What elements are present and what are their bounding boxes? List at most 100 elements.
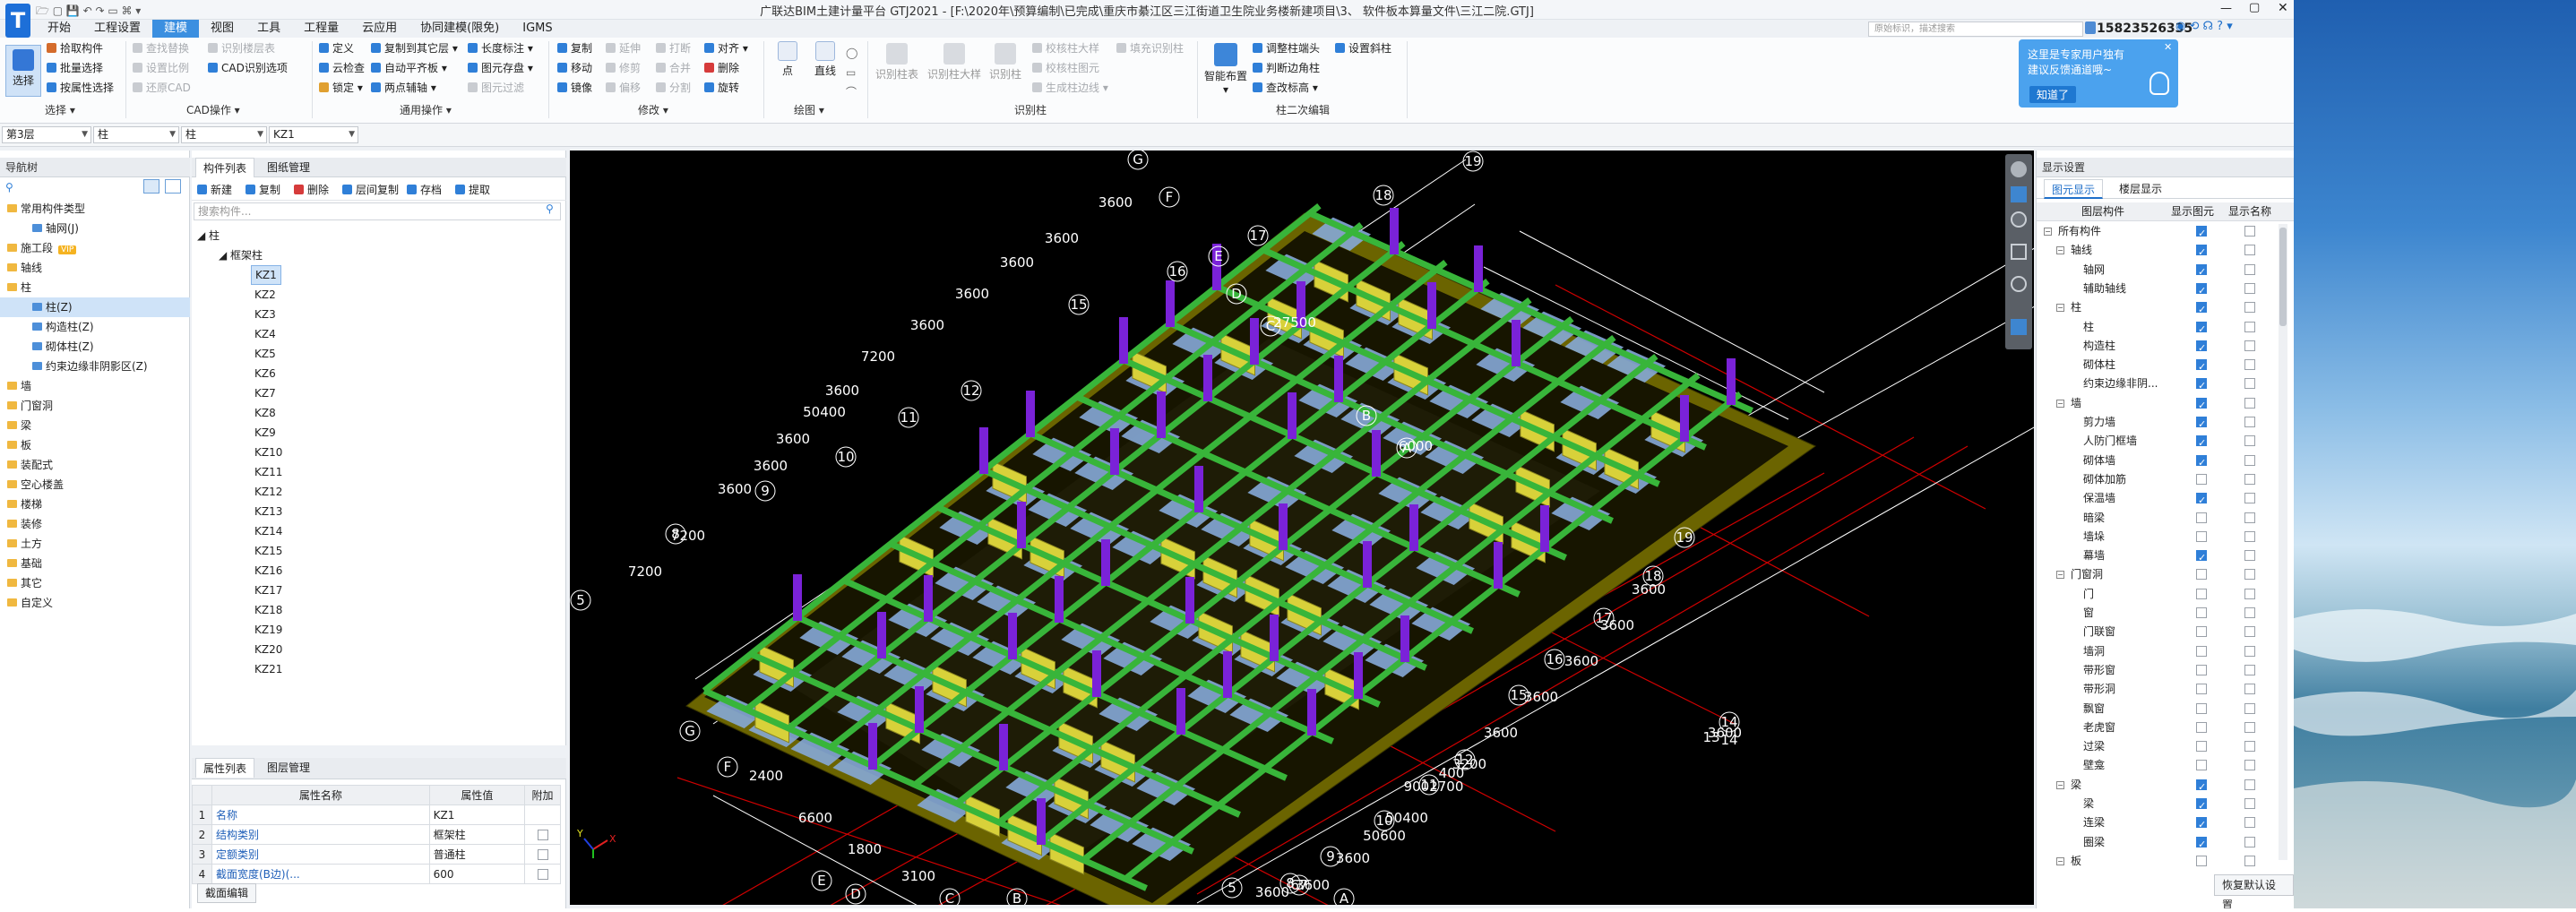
show-name-checkbox[interactable] [2244, 798, 2255, 809]
display-row[interactable]: 带形洞 [2037, 680, 2294, 699]
merge-button[interactable]: 合并 [656, 59, 691, 77]
window-controls[interactable]: — ▢ ✕ [2124, 0, 2294, 20]
display-row[interactable]: 墙垛 [2037, 528, 2294, 546]
tree-view-icon[interactable] [165, 179, 181, 194]
category-select[interactable]: 柱 ▼ [93, 126, 179, 143]
component-search-input[interactable]: 搜索构件... [194, 202, 561, 220]
display-row[interactable]: 保温墙 [2037, 489, 2294, 510]
show-element-checkbox[interactable] [2196, 243, 2207, 262]
nav-item[interactable]: 施工段 VIP [0, 238, 190, 258]
show-element-checkbox[interactable] [2196, 548, 2207, 567]
cad-options-button[interactable]: CAD识别选项 [208, 59, 288, 77]
show-element-checkbox[interactable] [2196, 607, 2207, 618]
maximize-icon[interactable]: ▢ [2249, 1, 2260, 14]
component-item[interactable]: KZ13 [251, 502, 286, 521]
display-row[interactable]: 暗梁 [2037, 509, 2294, 528]
smart-layout-button[interactable]: 智能布置 ▾ [1202, 43, 1249, 96]
display-row[interactable]: 窗 [2037, 604, 2294, 623]
show-name-checkbox[interactable] [2244, 263, 2255, 275]
display-row[interactable]: − 墙 [2037, 394, 2294, 415]
show-name-checkbox[interactable] [2244, 760, 2255, 771]
show-element-checkbox[interactable] [2196, 835, 2207, 854]
nav-item[interactable]: 轴网(J) [0, 219, 190, 238]
show-element-checkbox[interactable] [2196, 530, 2207, 542]
nav-item[interactable]: 土方 [0, 534, 190, 554]
property-row[interactable]: 1 名称 KZ1 [192, 804, 561, 825]
set-slant-column-button[interactable]: 设置斜柱 [1335, 39, 1391, 57]
nav-item[interactable]: 装修 [0, 514, 190, 534]
nav-item[interactable]: 柱(Z) [0, 297, 190, 317]
select-by-attr-button[interactable]: 按属性选择 [47, 79, 114, 97]
show-name-checkbox[interactable] [2244, 550, 2255, 562]
show-name-checkbox[interactable] [2244, 779, 2255, 790]
show-element-checkbox[interactable] [2196, 300, 2207, 319]
menu-item[interactable]: 建模 [152, 20, 200, 38]
show-name-checkbox[interactable] [2244, 530, 2255, 542]
show-element-checkbox[interactable] [2196, 796, 2207, 815]
tab-floor-display[interactable]: 楼层显示 [2112, 179, 2169, 199]
floor-select[interactable]: 第3层 ▼ [2, 126, 91, 143]
show-element-checkbox[interactable] [2196, 626, 2207, 638]
component-item[interactable]: KZ14 [251, 521, 286, 541]
align-button[interactable]: 对齐 ▾ [704, 39, 748, 57]
delete-button[interactable]: 删除 [704, 59, 739, 77]
auto-align-slab-button[interactable]: 自动平齐板 ▾ [371, 59, 447, 77]
menu-item[interactable]: 云应用 [350, 20, 409, 38]
show-element-checkbox[interactable] [2196, 815, 2207, 834]
tab-properties[interactable]: 属性列表 [195, 758, 255, 778]
component-item[interactable]: KZ18 [251, 600, 286, 620]
show-element-checkbox[interactable] [2196, 434, 2207, 452]
show-element-checkbox[interactable] [2196, 491, 2207, 510]
comp-toolbar-button[interactable]: 复制 [246, 181, 280, 199]
type-select[interactable]: 柱 ▼ [181, 126, 267, 143]
show-name-checkbox[interactable] [2244, 664, 2255, 675]
adjust-column-end-button[interactable]: 调整柱端头 [1253, 39, 1320, 57]
split-button[interactable]: 分割 [656, 79, 691, 97]
orbit-icon[interactable] [2011, 161, 2027, 177]
show-name-checkbox[interactable] [2244, 493, 2255, 504]
tree-root[interactable]: ◢ 柱 [197, 226, 220, 245]
edit-elevation-button[interactable]: 查改标高 ▾ [1253, 79, 1318, 97]
property-value[interactable]: 普通柱 [428, 844, 526, 865]
component-item[interactable]: KZ11 [251, 462, 286, 482]
component-item[interactable]: KZ1 [251, 265, 281, 285]
component-item[interactable]: KZ16 [251, 561, 286, 581]
show-element-checkbox[interactable] [2196, 415, 2207, 434]
display-row[interactable]: − 梁 [2037, 776, 2294, 796]
refresh-view-icon[interactable] [2011, 276, 2027, 292]
fill-recog-column-button[interactable]: 填充识别柱 [1116, 39, 1184, 57]
nav-item[interactable]: 柱 [0, 278, 190, 297]
show-name-checkbox[interactable] [2244, 473, 2255, 485]
element-save-button[interactable]: 图元存盘 ▾ [468, 59, 533, 77]
rotate-button[interactable]: 旋转 [704, 79, 739, 97]
show-element-checkbox[interactable] [2196, 357, 2207, 376]
tab-drawing-manage[interactable]: 图纸管理 [260, 158, 317, 177]
nav-item[interactable]: 砌体柱(Z) [0, 337, 190, 357]
show-name-checkbox[interactable] [2244, 836, 2255, 847]
show-name-checkbox[interactable] [2244, 721, 2255, 733]
display-row[interactable]: 约束边缘非阴... [2037, 374, 2294, 395]
line-draw-button[interactable]: 直线 [810, 41, 840, 78]
recog-column-button[interactable]: 识别柱 [986, 43, 1025, 82]
component-item[interactable]: KZ12 [251, 482, 286, 502]
mirror-button[interactable]: 镜像 [557, 79, 592, 97]
comp-toolbar-button[interactable]: 删除 [294, 181, 329, 199]
display-row[interactable]: 老虎窗 [2037, 718, 2294, 737]
section-edit-button[interactable]: 截面编辑 [197, 883, 257, 903]
scroll-thumb[interactable] [2279, 228, 2287, 326]
expand-toggle-icon[interactable]: − [2056, 571, 2064, 580]
show-element-checkbox[interactable] [2196, 702, 2207, 714]
display-row[interactable]: 砌体柱 [2037, 356, 2294, 376]
nav-item[interactable]: 构造柱(Z) [0, 317, 190, 337]
show-name-checkbox[interactable] [2244, 245, 2255, 256]
top-view-icon[interactable] [2011, 186, 2027, 202]
nav-item[interactable]: 其它 [0, 573, 190, 593]
search-input[interactable]: 原始标识，描述搜索 [1868, 22, 2083, 37]
display-scrollbar[interactable] [2279, 224, 2287, 860]
display-row[interactable]: 砌体墙 [2037, 452, 2294, 472]
extra-checkbox[interactable] [537, 830, 548, 840]
display-row[interactable]: − 所有构件 [2037, 222, 2294, 243]
menu-item[interactable]: IGMS [511, 20, 564, 38]
extra-checkbox[interactable] [537, 869, 548, 880]
extend-button[interactable]: 延伸 [606, 39, 641, 57]
